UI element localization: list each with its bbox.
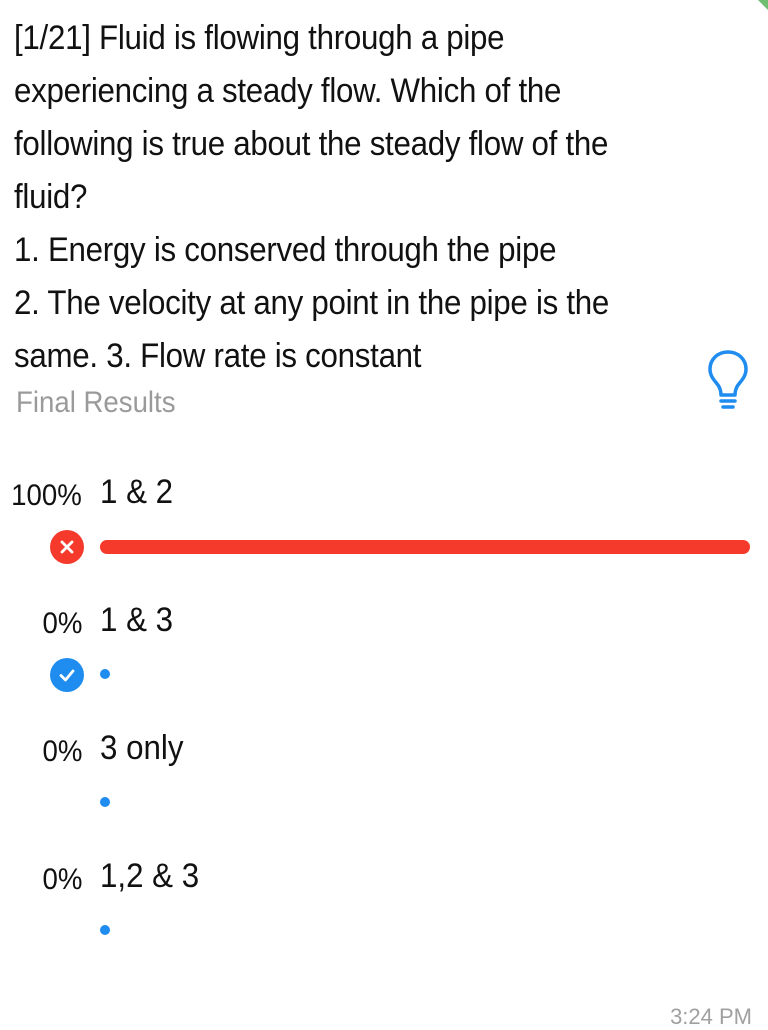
result-bar-track <box>100 924 750 938</box>
message-timestamp: 3:24 PM <box>670 1004 752 1029</box>
result-bar-track <box>100 540 750 554</box>
result-bar-track <box>100 796 750 810</box>
option-label: 1 & 3 <box>100 601 174 639</box>
poll-option[interactable]: 100% 1 & 2 <box>0 473 768 588</box>
poll-option[interactable]: 0% 1,2 & 3 <box>0 857 768 972</box>
result-bar-dot <box>100 925 110 935</box>
corner-mark <box>758 0 768 10</box>
option-percent: 0% <box>42 735 82 768</box>
cross-icon <box>50 530 84 564</box>
poll-option[interactable]: 0% 1 & 3 <box>0 601 768 716</box>
lightbulb-icon[interactable] <box>706 348 750 414</box>
result-bar-fill <box>100 540 750 554</box>
result-bar-dot <box>100 669 110 679</box>
option-label: 1 & 2 <box>100 473 174 511</box>
result-bar-dot <box>100 797 110 807</box>
poll-option[interactable]: 0% 3 only <box>0 729 768 844</box>
option-percent: 100% <box>11 479 82 512</box>
option-label: 1,2 & 3 <box>100 857 200 895</box>
check-icon <box>50 658 84 692</box>
final-results-label: Final Results <box>16 386 176 419</box>
option-percent: 0% <box>42 863 82 896</box>
poll-question: [1/21] Fluid is flowing through a pipe e… <box>14 19 610 375</box>
result-bar-track <box>100 668 750 682</box>
option-percent: 0% <box>42 607 82 640</box>
option-label: 3 only <box>100 729 184 767</box>
